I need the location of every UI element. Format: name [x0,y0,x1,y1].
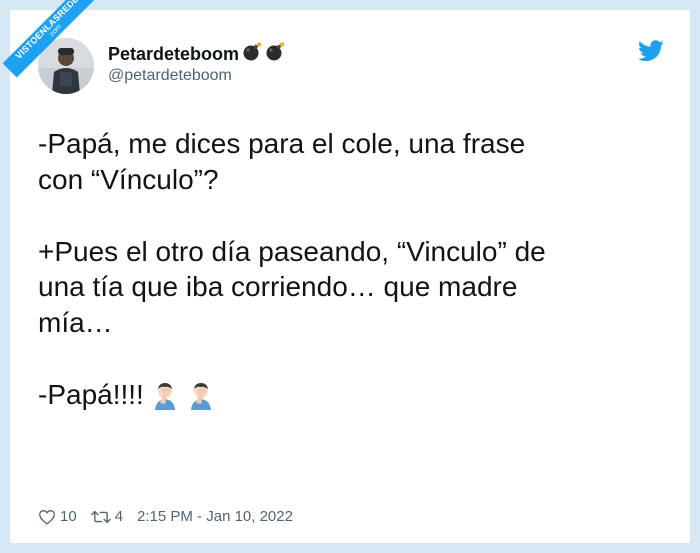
retweet-count: 4 [114,508,124,525]
like-button[interactable]: 10 [38,508,77,525]
bomb-icon [265,42,285,67]
facepalm-emoji-icon [150,380,180,419]
tweet-line: -Papá, me dices para el cole, una frase [38,128,526,159]
display-name-text: Petardeteboom [108,44,240,64]
heart-icon [39,509,55,525]
tweet-text: -Papá, me dices para el cole, una frase … [38,126,668,419]
tweet-footer: 10 4 2:15 PM - Jan 10, 2022 [38,508,293,525]
retweet-icon [90,510,111,523]
facepalm-emoji-icon [186,380,216,419]
tweet-line: una tía que iba corriendo… que madre [38,271,518,303]
tweet-line: -Papá!!!! [38,379,144,411]
retweet-button[interactable]: 4 [90,508,124,525]
tweet-last-line: -Papá!!!! [38,377,668,419]
bomb-icon [242,42,262,67]
tweet-card: VISTOENLASREDES .com Petardeteboom @peta… [2,0,690,543]
tweet-timestamp[interactable]: 2:15 PM - Jan 10, 2022 [137,508,293,525]
display-name[interactable]: Petardeteboom [108,42,285,67]
like-count: 10 [60,508,77,525]
tweet-line: mía… [38,307,113,339]
tweet-line: +Pues el otro día paseando, “Vinculo” de [38,235,546,267]
twitter-bird-icon[interactable] [638,40,664,62]
user-handle[interactable]: @petardeteboom [108,67,232,85]
tweet-line: con “Vínculo”? [38,163,219,195]
